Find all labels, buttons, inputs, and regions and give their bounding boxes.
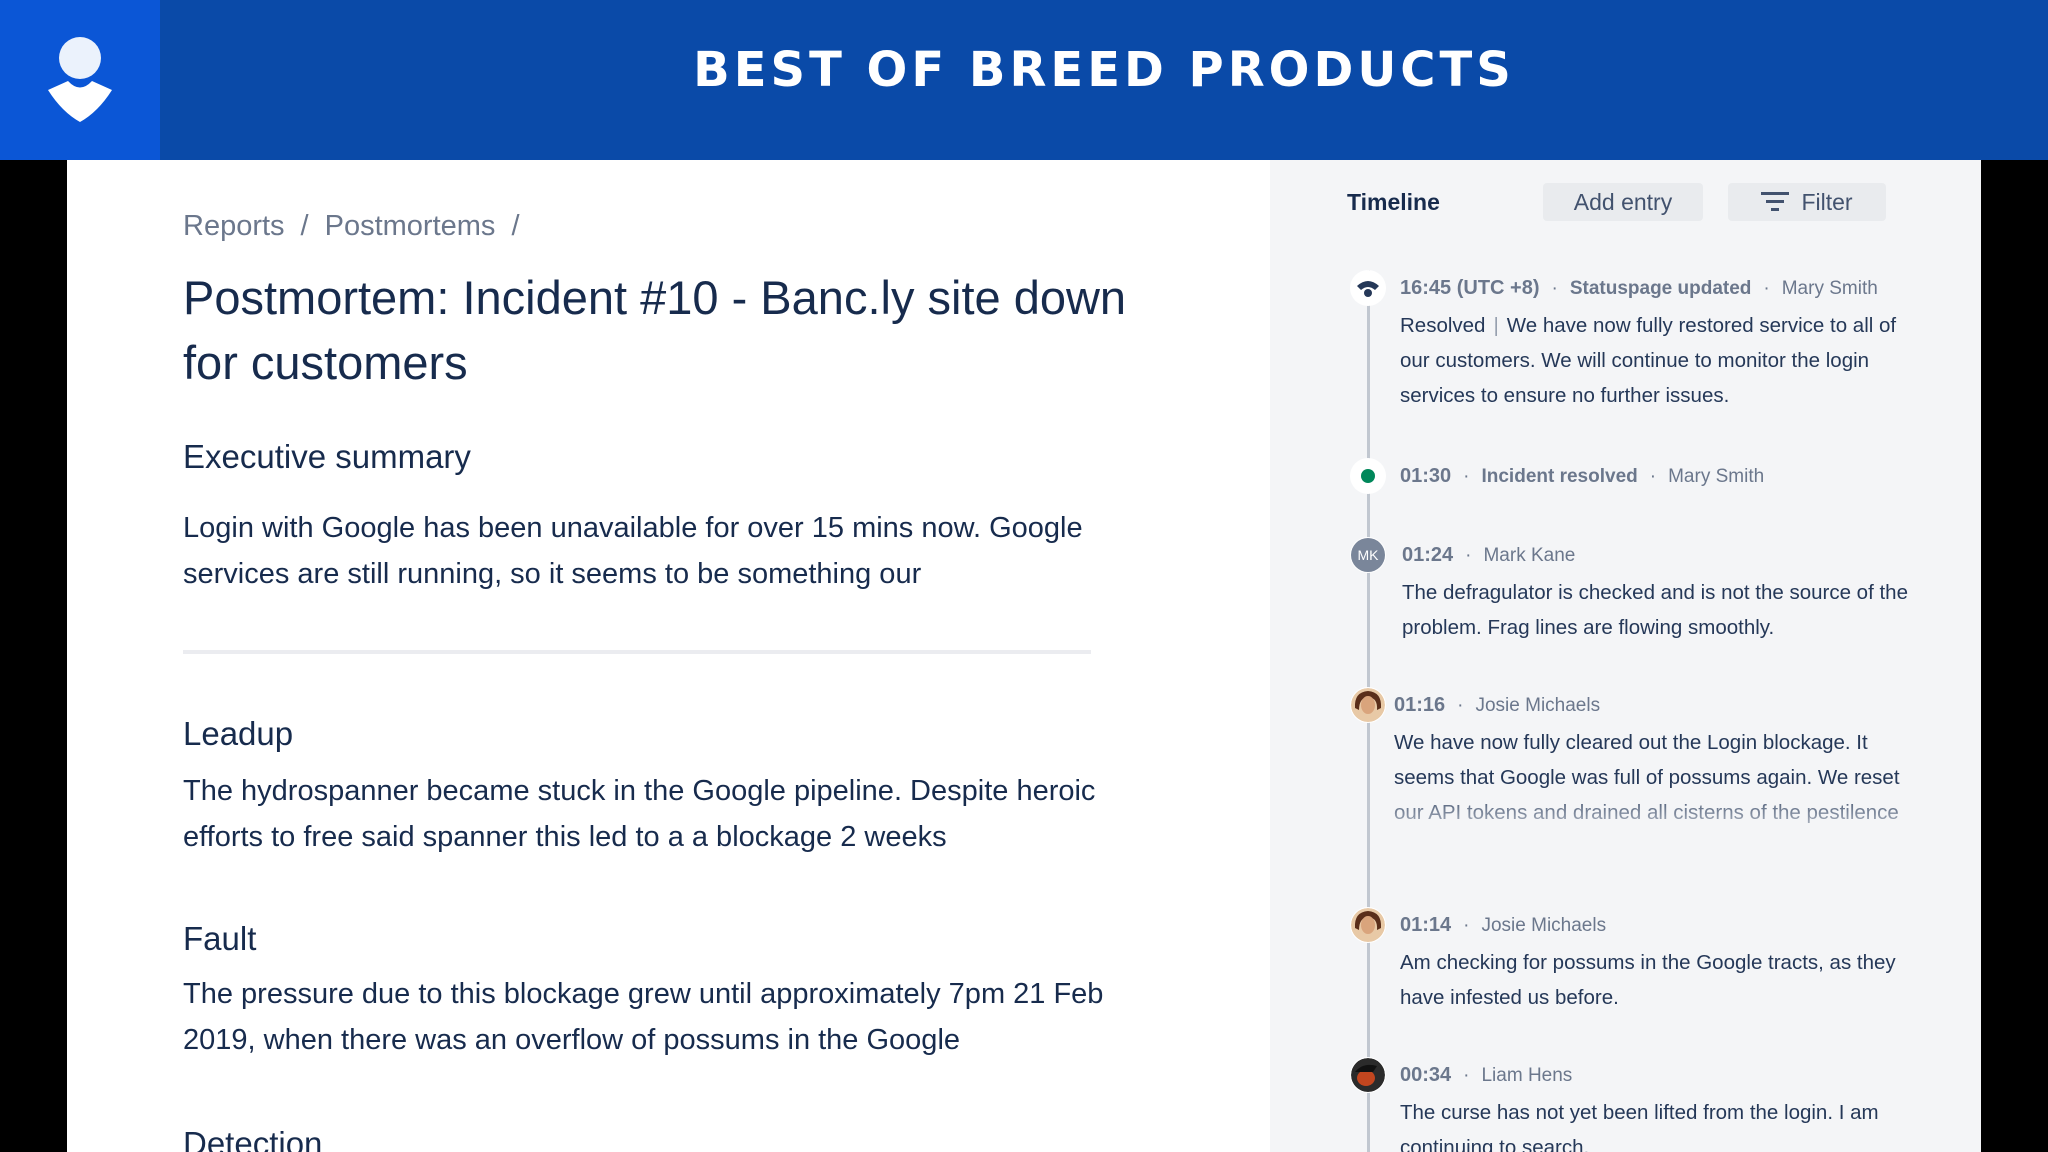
entry-event: Statuspage updated	[1569, 278, 1752, 299]
text-fade-overlay	[1370, 787, 1930, 847]
breadcrumb-separator: /	[511, 210, 520, 242]
right-letterbox	[1981, 160, 2048, 1152]
add-entry-button[interactable]: Add entry	[1543, 183, 1703, 221]
timeline-title: Timeline	[1347, 189, 1440, 215]
filter-button[interactable]: Filter	[1728, 183, 1886, 221]
entry-author: Josie Michaels	[1481, 915, 1607, 936]
entry-author: Josie Michaels	[1475, 695, 1601, 716]
section-heading-fault: Fault	[183, 920, 257, 957]
entry-meta: 00:34 · Liam Hens	[1400, 1064, 1573, 1086]
avatar-initials: MK	[1351, 538, 1385, 572]
timeline-panel: Timeline Add entry Filter 16:45 (UTC +8)…	[1270, 160, 1981, 1152]
entry-text: Resolved | We have now fully restored serv…	[1400, 314, 1897, 407]
entry-meta: 01:16 · Josie Michaels	[1394, 694, 1601, 716]
avatar	[1350, 687, 1386, 723]
entry-time: 00:34	[1400, 1064, 1452, 1086]
postmortem-document: Reports / Postmortems / Postmortem: Inci…	[67, 160, 1270, 1152]
section-body-leadup: The hydrospanner became stuck in the Goo…	[183, 775, 1096, 853]
entry-author: Mary Smith	[1781, 278, 1878, 299]
statuspage-icon	[1350, 270, 1386, 306]
avatar	[1350, 907, 1386, 943]
page-title: Postmortem: Incident #10 - Banc.ly site …	[183, 271, 1127, 389]
breadcrumb-postmortems[interactable]: Postmortems	[325, 210, 496, 243]
section-divider	[183, 650, 1091, 654]
filter-icon	[1761, 192, 1790, 211]
entry-time: 16:45 (UTC +8)	[1400, 277, 1540, 299]
section-heading-executive-summary: Executive summary	[183, 438, 471, 475]
breadcrumb-separator: /	[300, 210, 309, 242]
section-heading-leadup: Leadup	[183, 715, 294, 752]
left-letterbox	[0, 160, 67, 1152]
entry-author: Liam Hens	[1481, 1065, 1573, 1086]
top-banner: BEST OF BREED PRODUCTS	[0, 0, 2048, 160]
avatar	[1350, 1057, 1386, 1093]
entry-time: 01:24	[1402, 544, 1454, 566]
entry-event: Incident resolved	[1481, 466, 1638, 487]
logo-box	[0, 0, 160, 160]
entry-author: Mary Smith	[1668, 466, 1765, 487]
entry-message: The curse has not yet been lifted from t…	[1400, 1101, 1879, 1152]
entry-message: Am checking for possums in the Google tr…	[1400, 951, 1896, 1009]
entry-time: 01:16	[1394, 694, 1446, 716]
entry-meta: 01:30 · Incident resolved · Mary Smith	[1400, 465, 1765, 487]
entry-meta: 16:45 (UTC +8) · Statuspage updated · Mary S…	[1400, 277, 1878, 299]
avatar-liam-hens	[1351, 1058, 1385, 1092]
entry-message: The defragulator is checked and is not t…	[1402, 581, 1908, 639]
avatar-josie-michaels	[1351, 688, 1385, 722]
entry-meta: 01:24 · Mark Kane	[1402, 544, 1576, 566]
entry-time: 01:30	[1400, 465, 1452, 487]
section-heading-detection: Detection	[183, 1125, 323, 1152]
opsgenie-logo-icon	[48, 37, 112, 122]
avatar-josie-michaels	[1351, 908, 1385, 942]
section-body-executive-summary: Login with Google has been unavailable f…	[183, 512, 1083, 590]
breadcrumb-reports[interactable]: Reports	[183, 210, 285, 243]
section-body-fault: The pressure due to this blockage grew u…	[183, 978, 1104, 1056]
entry-meta: 01:14 · Josie Michaels	[1400, 914, 1607, 936]
entry-author: Mark Kane	[1483, 545, 1576, 566]
breadcrumb: Reports / Postmortems /	[183, 210, 536, 243]
entry-time: 01:14	[1400, 914, 1452, 936]
banner-title: BEST OF BREED PRODUCTS	[693, 42, 1515, 98]
avatar: MK	[1350, 537, 1386, 573]
status-label: Resolved	[1400, 314, 1486, 337]
resolved-dot-icon	[1350, 458, 1386, 494]
filter-label: Filter	[1801, 188, 1853, 215]
